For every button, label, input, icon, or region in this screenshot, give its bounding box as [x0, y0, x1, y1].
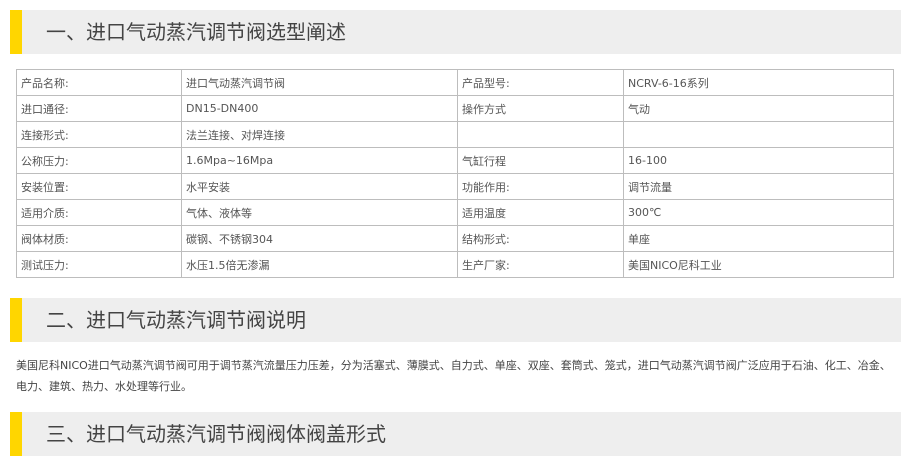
spec-label — [457, 121, 624, 148]
spec-label: 测试压力: — [16, 251, 182, 278]
spec-label: 生产厂家: — [457, 251, 624, 278]
section-header-selection: 一、进口气动蒸汽调节阀选型阐述 — [10, 10, 901, 54]
description-paragraph: 美国尼科NICO进口气动蒸汽调节阀可用于调节蒸汽流量压力压差，分为活塞式、薄膜式… — [16, 359, 891, 393]
spec-label: 功能作用: — [457, 173, 624, 200]
section-accent-bar — [10, 10, 22, 54]
spec-value: 16-100 — [623, 147, 894, 174]
table-row: 阀体材质: 碳钢、不锈钢304 结构形式: 单座 — [16, 225, 894, 252]
spec-label: 操作方式 — [457, 95, 624, 122]
spec-label: 气缸行程 — [457, 147, 624, 174]
table-row: 连接形式: 法兰连接、对焊连接 — [16, 121, 894, 148]
spec-label: 产品型号: — [457, 69, 624, 96]
section-title: 三、进口气动蒸汽调节阀阀体阀盖形式 — [46, 422, 386, 446]
section-accent-bar — [10, 298, 22, 342]
spec-label: 阀体材质: — [16, 225, 182, 252]
section-title: 二、进口气动蒸汽调节阀说明 — [46, 308, 306, 332]
spec-value: 气动 — [623, 95, 894, 122]
spec-value — [623, 121, 894, 148]
spec-value: 气体、液体等 — [181, 199, 458, 226]
table-row: 公称压力: 1.6Mpa~16Mpa 气缸行程 16-100 — [16, 147, 894, 174]
spec-label: 产品名称: — [16, 69, 182, 96]
spec-value: 300℃ — [623, 199, 894, 226]
spec-label: 连接形式: — [16, 121, 182, 148]
spec-label: 结构形式: — [457, 225, 624, 252]
table-row: 产品名称: 进口气动蒸汽调节阀 产品型号: NCRV-6-16系列 — [16, 69, 894, 96]
spec-value: DN15-DN400 — [181, 95, 458, 122]
spec-label: 适用温度 — [457, 199, 624, 226]
spec-value: NCRV-6-16系列 — [623, 69, 894, 96]
spec-label: 公称压力: — [16, 147, 182, 174]
table-row: 进口通径: DN15-DN400 操作方式 气动 — [16, 95, 894, 122]
table-row: 安装位置: 水平安装 功能作用: 调节流量 — [16, 173, 894, 200]
spec-value: 法兰连接、对焊连接 — [181, 121, 458, 148]
spec-label: 安装位置: — [16, 173, 182, 200]
spec-value: 进口气动蒸汽调节阀 — [181, 69, 458, 96]
spec-value: 水压1.5倍无渗漏 — [181, 251, 458, 278]
spec-label: 适用介质: — [16, 199, 182, 226]
spec-table: 产品名称: 进口气动蒸汽调节阀 产品型号: NCRV-6-16系列 进口通径: … — [16, 69, 894, 278]
section-header-description: 二、进口气动蒸汽调节阀说明 — [10, 298, 901, 342]
section-header-body-bonnet: 三、进口气动蒸汽调节阀阀体阀盖形式 — [10, 412, 901, 456]
table-row: 适用介质: 气体、液体等 适用温度 300℃ — [16, 199, 894, 226]
spec-value: 单座 — [623, 225, 894, 252]
table-row: 测试压力: 水压1.5倍无渗漏 生产厂家: 美国NICO尼科工业 — [16, 251, 894, 278]
spec-value: 美国NICO尼科工业 — [623, 251, 894, 278]
spec-value: 碳钢、不锈钢304 — [181, 225, 458, 252]
spec-value: 水平安装 — [181, 173, 458, 200]
section-title: 一、进口气动蒸汽调节阀选型阐述 — [46, 20, 346, 44]
spec-value: 1.6Mpa~16Mpa — [181, 147, 458, 174]
section-accent-bar — [10, 412, 22, 456]
spec-value: 调节流量 — [623, 173, 894, 200]
spec-label: 进口通径: — [16, 95, 182, 122]
